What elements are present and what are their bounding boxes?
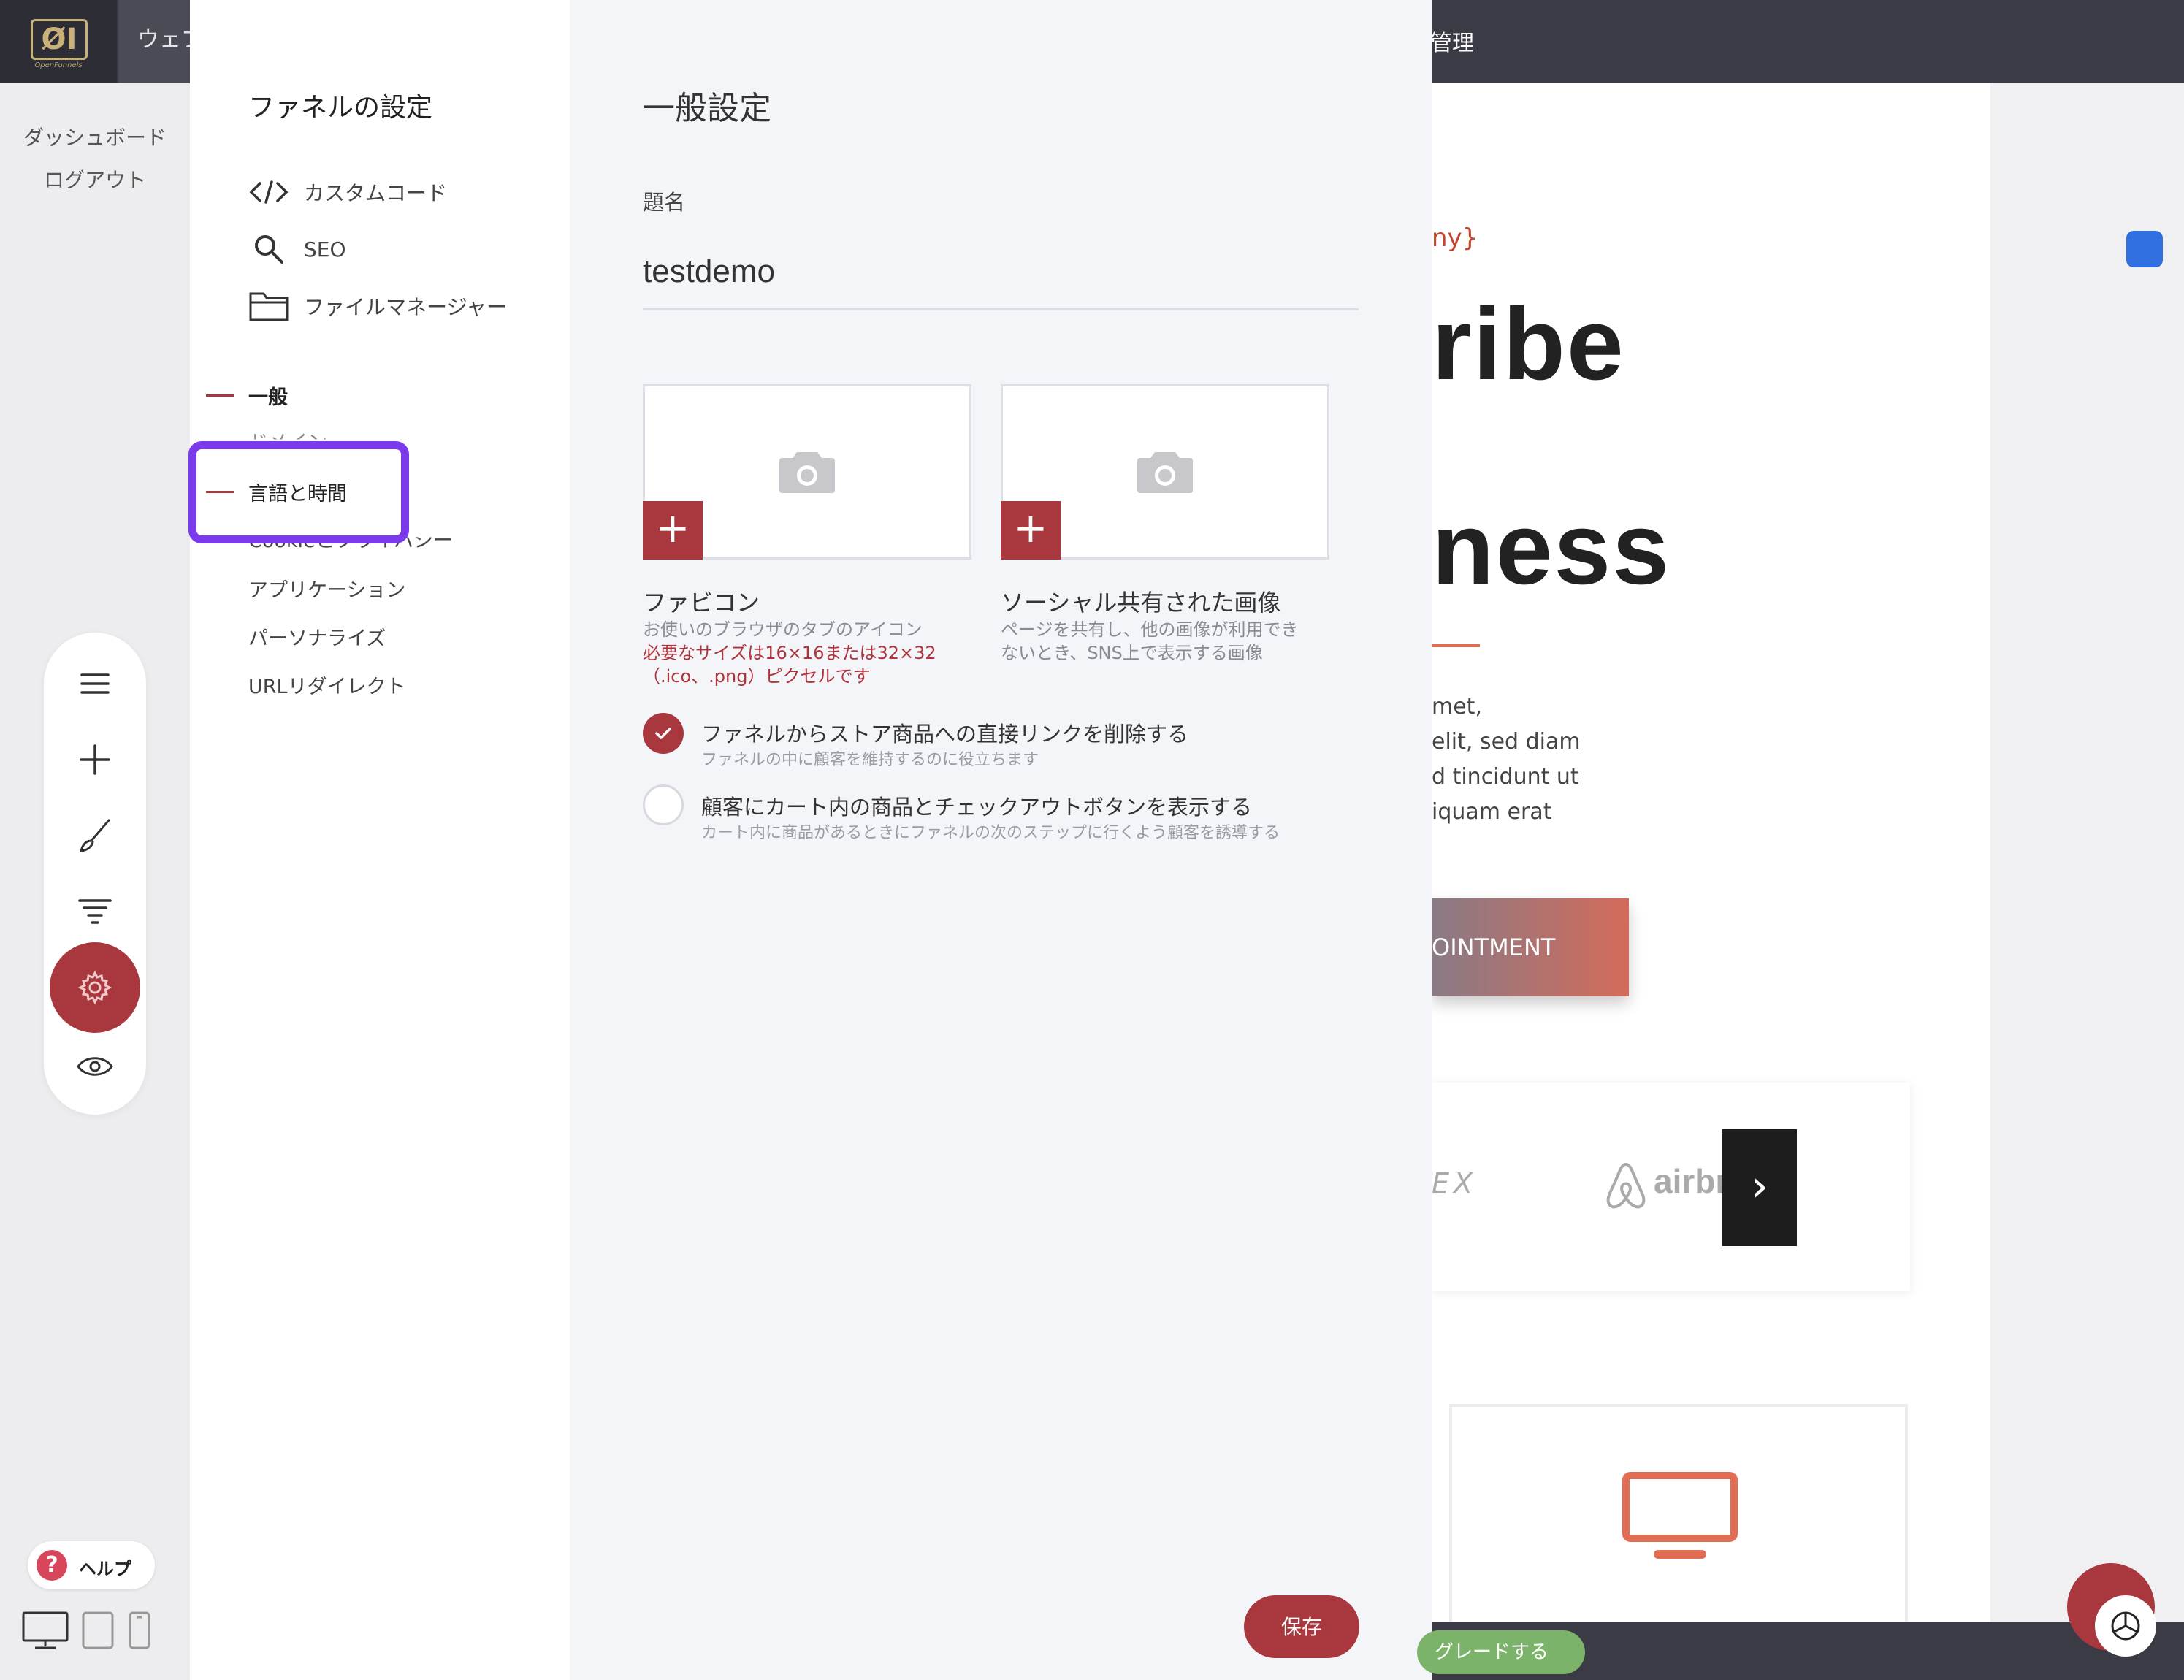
show-cart-label: 顧客にカート内の商品とチェックアウトボタンを表示する <box>701 795 1253 820</box>
preview-headline-2: ness <box>1432 491 1671 606</box>
preview-logo-carousel: EX airbn <box>1432 1083 1910 1291</box>
left-links: ダッシュボード ログアウト <box>0 117 190 202</box>
desktop-icon[interactable] <box>22 1611 69 1649</box>
preview-body-text: met, elit, sed diam d tincidunt ut iquam… <box>1432 690 1581 830</box>
upgrade-button[interactable]: グレードする <box>1417 1630 1585 1674</box>
plus-icon <box>80 744 110 775</box>
preview-body-line-1: met, <box>1432 694 1482 719</box>
preview-appointment-button[interactable]: OINTMENT <box>1432 898 1629 996</box>
code-icon <box>249 180 289 204</box>
help-label: ヘルプ <box>79 1559 131 1579</box>
funnel-name-input[interactable] <box>643 235 1359 310</box>
custom-code-link[interactable]: カスタムコード <box>248 174 447 210</box>
style-button[interactable] <box>58 799 131 872</box>
dashboard-link[interactable]: ダッシュボード <box>0 117 190 159</box>
editor-toolbar <box>44 633 146 1115</box>
filter-button[interactable] <box>58 875 131 948</box>
mobile-icon[interactable] <box>129 1611 150 1649</box>
preview-headline-1: ribe <box>1432 286 1625 401</box>
airbnb-icon <box>1606 1162 1646 1209</box>
favicon-desc: お使いのブラウザのタブのアイコン 必要なサイズは16×16または32×32 （.… <box>643 618 936 688</box>
preview-feature-card <box>1449 1404 1908 1622</box>
remove-store-link-label: ファネルからストア商品への直接リンクを削除する <box>701 722 1189 747</box>
name-label: 題名 <box>643 190 686 215</box>
tablet-icon[interactable] <box>82 1611 114 1649</box>
top-manage-link[interactable]: 管理 <box>1430 25 1474 57</box>
social-image-desc: ページを共有し、他の画像が利用でき ないとき、SNS上で表示する画像 <box>1001 618 1299 665</box>
section-url-redirect[interactable]: URLリダイレクト <box>248 671 406 699</box>
chat-widget-icon[interactable] <box>2126 231 2163 267</box>
preview-logo-spacex: EX <box>1432 1167 1478 1199</box>
social-desc-line-2: ないとき、SNS上で表示する画像 <box>1001 643 1263 663</box>
favicon-upload[interactable]: + <box>643 384 971 560</box>
general-settings-form: 一般設定 題名 + + ファビコン お使いのブラウザのタブのアイコン 必要なサイ… <box>570 0 1432 1680</box>
favicon-add-button[interactable]: + <box>643 501 703 560</box>
check-icon <box>655 728 671 739</box>
section-general[interactable]: 一般 <box>248 381 288 410</box>
section-personalize[interactable]: パーソナライズ <box>248 622 386 651</box>
social-desc-line-1: ページを共有し、他の画像が利用でき <box>1001 619 1299 640</box>
general-settings-heading: 一般設定 <box>643 90 771 127</box>
page-preview: ny} ribe ness met, elit, sed diam d tinc… <box>1432 83 1990 1622</box>
preview-body-line-4: iquam erat <box>1432 799 1552 825</box>
favicon-format-req: （.ico、.png）ピクセルです <box>643 666 871 687</box>
help-icon: ? <box>37 1550 67 1581</box>
brush-icon <box>80 819 110 852</box>
show-cart-hint: カート内に商品があるときにファネルの次のステップに行くよう顧客を誘導する <box>701 824 1280 842</box>
active-marker-general <box>206 394 234 397</box>
section-applications[interactable]: アプリケーション <box>248 574 405 603</box>
app-logo[interactable]: ØI OpenFunnels <box>0 0 117 83</box>
remove-store-link-checkbox[interactable] <box>643 713 684 754</box>
gear-icon <box>77 970 112 1005</box>
logo-subtext: OpenFunnels <box>34 61 83 69</box>
menu-button[interactable] <box>58 647 131 720</box>
show-cart-checkbox[interactable] <box>643 784 684 825</box>
add-element-button[interactable] <box>58 723 131 796</box>
preview-body-line-3: d tincidunt ut <box>1432 764 1579 790</box>
file-manager-label: ファイルマネージャー <box>304 295 508 319</box>
custom-code-label: カスタムコード <box>304 181 448 205</box>
remove-store-link-hint: ファネルの中に顧客を維持するのに役立ちます <box>701 751 1039 769</box>
eye-icon <box>77 1057 113 1076</box>
social-image-add-button[interactable]: + <box>1001 501 1061 560</box>
settings-nav-title: ファネルの設定 <box>248 93 433 123</box>
preview-body-line-2: elit, sed diam <box>1432 729 1581 755</box>
favicon-title: ファビコン <box>643 589 760 616</box>
file-manager-link[interactable]: ファイルマネージャー <box>248 288 507 324</box>
logout-link[interactable]: ログアウト <box>0 159 190 202</box>
camera-icon <box>779 452 835 493</box>
seo-label: SEO <box>304 237 346 261</box>
logo-mark: ØI <box>31 19 88 60</box>
funnel-settings-nav: ファネルの設定 カスタムコード SEO ファイルマネージャー 一般 ドメイン 言… <box>190 0 570 1680</box>
menu-icon <box>80 673 110 694</box>
search-icon <box>255 235 283 264</box>
ai-assistant-badge[interactable] <box>2095 1595 2156 1657</box>
preview-background-right <box>1990 83 2184 1622</box>
camera-icon <box>1137 452 1193 493</box>
preview-button[interactable] <box>58 1030 131 1103</box>
social-image-title: ソーシャル共有された画像 <box>1001 589 1281 616</box>
folder-icon <box>249 292 289 321</box>
social-image-upload[interactable]: + <box>1001 384 1329 560</box>
highlight-box <box>188 441 409 543</box>
preview-company-text: ny} <box>1432 224 1478 253</box>
favicon-size-req: 必要なサイズは16×16または32×32 <box>643 643 936 663</box>
filter-icon <box>78 899 112 924</box>
settings-button[interactable] <box>50 942 140 1033</box>
seo-link[interactable]: SEO <box>248 231 346 267</box>
save-button[interactable]: 保存 <box>1244 1595 1359 1658</box>
preview-divider <box>1432 644 1480 647</box>
help-button[interactable]: ? ヘルプ <box>28 1541 155 1589</box>
monitor-icon <box>1622 1472 1738 1559</box>
favicon-desc-line: お使いのブラウザのタブのアイコン <box>643 619 923 640</box>
carousel-next-button[interactable]: › <box>1722 1129 1797 1246</box>
openai-icon <box>2111 1611 2140 1641</box>
